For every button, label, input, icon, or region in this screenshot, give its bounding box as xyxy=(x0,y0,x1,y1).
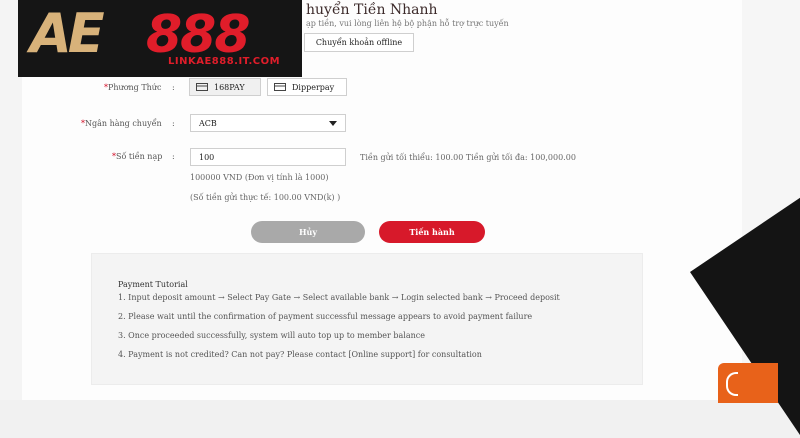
amount-input[interactable] xyxy=(190,148,346,166)
support-notice: ạp tiền, vui lòng liên hệ bộ phận hỗ trợ… xyxy=(306,19,509,28)
logo-mark: AE xyxy=(30,2,105,65)
proceed-button[interactable]: Tiến hành xyxy=(379,221,485,243)
chevron-down-icon xyxy=(329,121,337,126)
card-icon xyxy=(196,83,208,91)
logo-subtitle: LINKAE888.IT.COM xyxy=(168,56,281,67)
cancel-button[interactable]: Hủy xyxy=(251,221,365,243)
amount-label-text: Số tiền nạp xyxy=(116,152,163,161)
bank-colon: : xyxy=(172,119,175,128)
brand-logo: AE 888 LINKAE888.IT.COM xyxy=(18,0,302,77)
tutorial-title: Payment Tutorial xyxy=(118,280,188,289)
bank-selected-value: ACB xyxy=(199,118,217,128)
conversion-note: 100000 VND (Đơn vị tính là 1000) xyxy=(190,173,329,182)
amount-label: *Số tiền nạp xyxy=(112,152,163,161)
method-colon: : xyxy=(172,83,175,92)
method-label: *Phương Thức xyxy=(104,83,162,92)
method-option-dipperpay[interactable]: Dipperpay xyxy=(267,78,347,96)
offline-transfer-button[interactable]: Chuyển khoản offline xyxy=(304,33,414,52)
amount-colon: : xyxy=(172,152,175,161)
method-option-168pay[interactable]: 168PAY xyxy=(189,78,261,96)
tutorial-step: 2. Please wait until the confirmation of… xyxy=(118,312,533,321)
payment-tutorial: Payment Tutorial 1. Input deposit amount… xyxy=(91,253,643,385)
method-option-label: 168PAY xyxy=(214,82,245,92)
method-option-label: Dipperpay xyxy=(292,82,335,92)
page-title: huyển Tiền Nhanh xyxy=(306,2,438,18)
tutorial-step: 3. Once proceeded successfully, system w… xyxy=(118,331,425,340)
actual-amount-note: (Số tiền gửi thực tế: 100.00 VND(k) ) xyxy=(190,193,341,202)
deposit-page: AE 888 LINKAE888.IT.COM huyển Tiền Nhanh… xyxy=(0,0,800,438)
bank-select[interactable]: ACB xyxy=(190,114,346,132)
chat-icon xyxy=(726,372,738,396)
deposit-limits: Tiền gửi tối thiểu: 100.00 Tiền gửi tối … xyxy=(360,153,576,162)
tutorial-step: 4. Payment is not credited? Can not pay?… xyxy=(118,350,482,359)
tutorial-step: 1. Input deposit amount → Select Pay Gat… xyxy=(118,293,560,302)
bank-label-text: Ngân hàng chuyển xyxy=(85,119,162,128)
bank-label: *Ngân hàng chuyển xyxy=(81,119,162,128)
method-label-text: Phương Thức xyxy=(108,83,162,92)
card-icon xyxy=(274,83,286,91)
